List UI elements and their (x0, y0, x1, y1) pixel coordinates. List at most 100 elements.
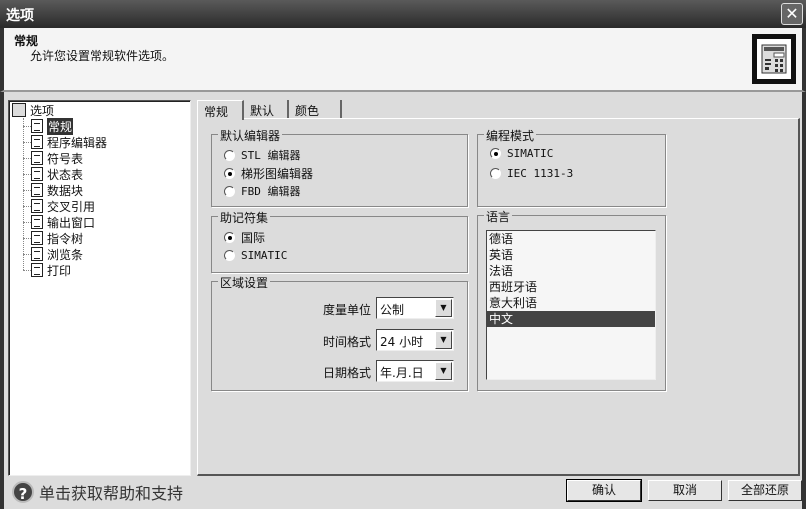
document-icon (31, 231, 43, 245)
tree-item-label: 指令树 (47, 231, 84, 246)
document-icon (31, 263, 43, 277)
tab-label: 默认 (250, 104, 275, 118)
radio-label: SIMATIC (241, 249, 288, 262)
radio-button[interactable] (224, 185, 235, 197)
radio-option[interactable]: FBD 编辑器 (224, 183, 301, 199)
ok-button[interactable]: 确认 (566, 479, 642, 502)
header-area: 常规 允许您设置常规软件选项。 (0, 28, 806, 92)
tree-root-label: 选项 (30, 103, 55, 118)
tab-general[interactable]: 常规 (197, 100, 244, 120)
reset-all-button[interactable]: 全部还原 (728, 480, 802, 501)
language-option[interactable]: 中文 (487, 311, 655, 327)
document-icon (31, 183, 43, 197)
tree-item[interactable]: 数据块 (23, 182, 84, 198)
tab-colors[interactable]: 颜色 (289, 100, 342, 119)
language-option[interactable]: 法语 (487, 263, 655, 279)
radio-option[interactable]: STL 编辑器 (224, 147, 301, 163)
tree-item-label: 状态表 (47, 167, 84, 182)
language-group: 语言 德语 英语 法语 西班牙语 意大利语 中文 (477, 208, 666, 391)
radio-option[interactable]: 国际 (224, 229, 265, 246)
cancel-button[interactable]: 取消 (648, 480, 722, 501)
radio-option[interactable]: SIMATIC (490, 147, 553, 160)
date-format-dropdown[interactable]: 年.月.日 ▼ (376, 360, 454, 382)
tree-root[interactable]: 选项 (12, 102, 54, 118)
chevron-down-icon: ▼ (435, 331, 452, 349)
programming-mode-group: 编程模式 SIMATIC IEC 1131-3 (477, 127, 666, 207)
tree-connector (23, 206, 31, 207)
radio-button[interactable] (224, 250, 235, 261)
title-bar: 选项 (0, 0, 806, 28)
radio-option[interactable]: SIMATIC (224, 249, 287, 262)
header-description: 允许您设置常规软件选项。 (30, 49, 175, 63)
time-format-dropdown[interactable]: 24 小时 ▼ (376, 329, 454, 351)
dropdown-value: 年.月.日 (380, 366, 424, 380)
radio-button[interactable] (224, 168, 235, 179)
tree-connector (23, 270, 31, 271)
tree-connector (23, 142, 31, 143)
window-border-right (802, 92, 806, 509)
tree-item[interactable]: 符号表 (23, 150, 83, 166)
group-label: 助记符集 (218, 209, 271, 226)
document-icon (31, 199, 43, 213)
group-label: 编程模式 (484, 127, 537, 144)
date-format-label: 日期格式 (322, 366, 371, 380)
options-tree[interactable]: 选项 常规 程序编辑器 符号表 状态表 数据块 交叉引用 输出窗口 指令树 浏览条 打印 (8, 100, 191, 476)
radio-button[interactable] (224, 149, 235, 161)
radio-option[interactable]: 梯形图编辑器 (224, 165, 313, 182)
radio-button[interactable] (490, 148, 501, 159)
language-option[interactable]: 西班牙语 (487, 279, 655, 295)
document-icon (31, 151, 43, 165)
group-label: 默认编辑器 (218, 127, 283, 144)
radio-option[interactable]: IEC 1131-3 (490, 167, 573, 180)
tree-connector (23, 126, 31, 127)
radio-button[interactable] (224, 232, 235, 243)
close-button[interactable]: ✕ (781, 3, 803, 25)
tree-connector (23, 254, 31, 255)
tree-item-label: 输出窗口 (47, 215, 96, 230)
help-text: 单击获取帮助和支持 (39, 484, 184, 503)
tree-item[interactable]: 打印 (23, 262, 71, 278)
default-editor-group: 默认编辑器 STL 编辑器梯形图编辑器 FBD 编辑器 (211, 127, 468, 207)
mnemonic-group: 助记符集 国际 SIMATIC (211, 209, 468, 273)
tree-item[interactable]: 指令树 (23, 230, 84, 246)
tree-connector (23, 158, 31, 159)
footer: ? 单击获取帮助和支持 确认 取消 全部还原 (4, 477, 802, 509)
tree-connector (23, 222, 31, 223)
tree-item-label: 数据块 (47, 183, 84, 198)
tree-connector (23, 174, 31, 175)
tree-item[interactable]: 浏览条 (23, 246, 83, 262)
tree-item-label: 常规 (47, 117, 74, 135)
document-icon (31, 215, 43, 229)
tree-item[interactable]: 输出窗口 (23, 214, 96, 230)
radio-label: SIMATIC (507, 147, 554, 160)
tree-line (23, 118, 24, 270)
group-label: 区域设置 (218, 274, 271, 291)
tree-item[interactable]: 交叉引用 (23, 198, 95, 214)
tree-item[interactable]: 程序编辑器 (23, 134, 108, 150)
radio-button[interactable] (490, 168, 501, 179)
unit-label: 度量单位 (322, 303, 371, 317)
radio-label: STL 编辑器 (241, 149, 301, 162)
radio-label: 国际 (241, 231, 266, 245)
folder-icon (12, 103, 26, 117)
tab-label: 常规 (204, 105, 229, 119)
document-icon (31, 167, 43, 181)
close-icon: ✕ (785, 4, 799, 23)
language-option[interactable]: 德语 (487, 231, 655, 247)
language-option[interactable]: 意大利语 (487, 295, 655, 311)
help-link[interactable]: ? 单击获取帮助和支持 (12, 480, 183, 504)
tab-defaults[interactable]: 默认 (244, 100, 289, 119)
language-listbox[interactable]: 德语 英语 法语 西班牙语 意大利语 中文 (486, 230, 656, 380)
unit-dropdown[interactable]: 公制 ▼ (376, 297, 454, 319)
dropdown-value: 24 小时 (380, 335, 424, 349)
tree-item-label: 程序编辑器 (47, 135, 108, 150)
tree-item[interactable]: 常规 (23, 117, 74, 135)
tree-item[interactable]: 状态表 (23, 166, 84, 182)
document-icon (31, 135, 43, 149)
language-option[interactable]: 英语 (487, 247, 655, 263)
window-title: 选项 (6, 8, 34, 24)
tree-connector (23, 238, 31, 239)
time-format-label: 时间格式 (322, 335, 371, 349)
tab-panel: 默认编辑器 STL 编辑器梯形图编辑器 FBD 编辑器 助记符集 国际 SIMATI… (197, 118, 800, 476)
radio-label: IEC 1131-3 (507, 167, 574, 180)
